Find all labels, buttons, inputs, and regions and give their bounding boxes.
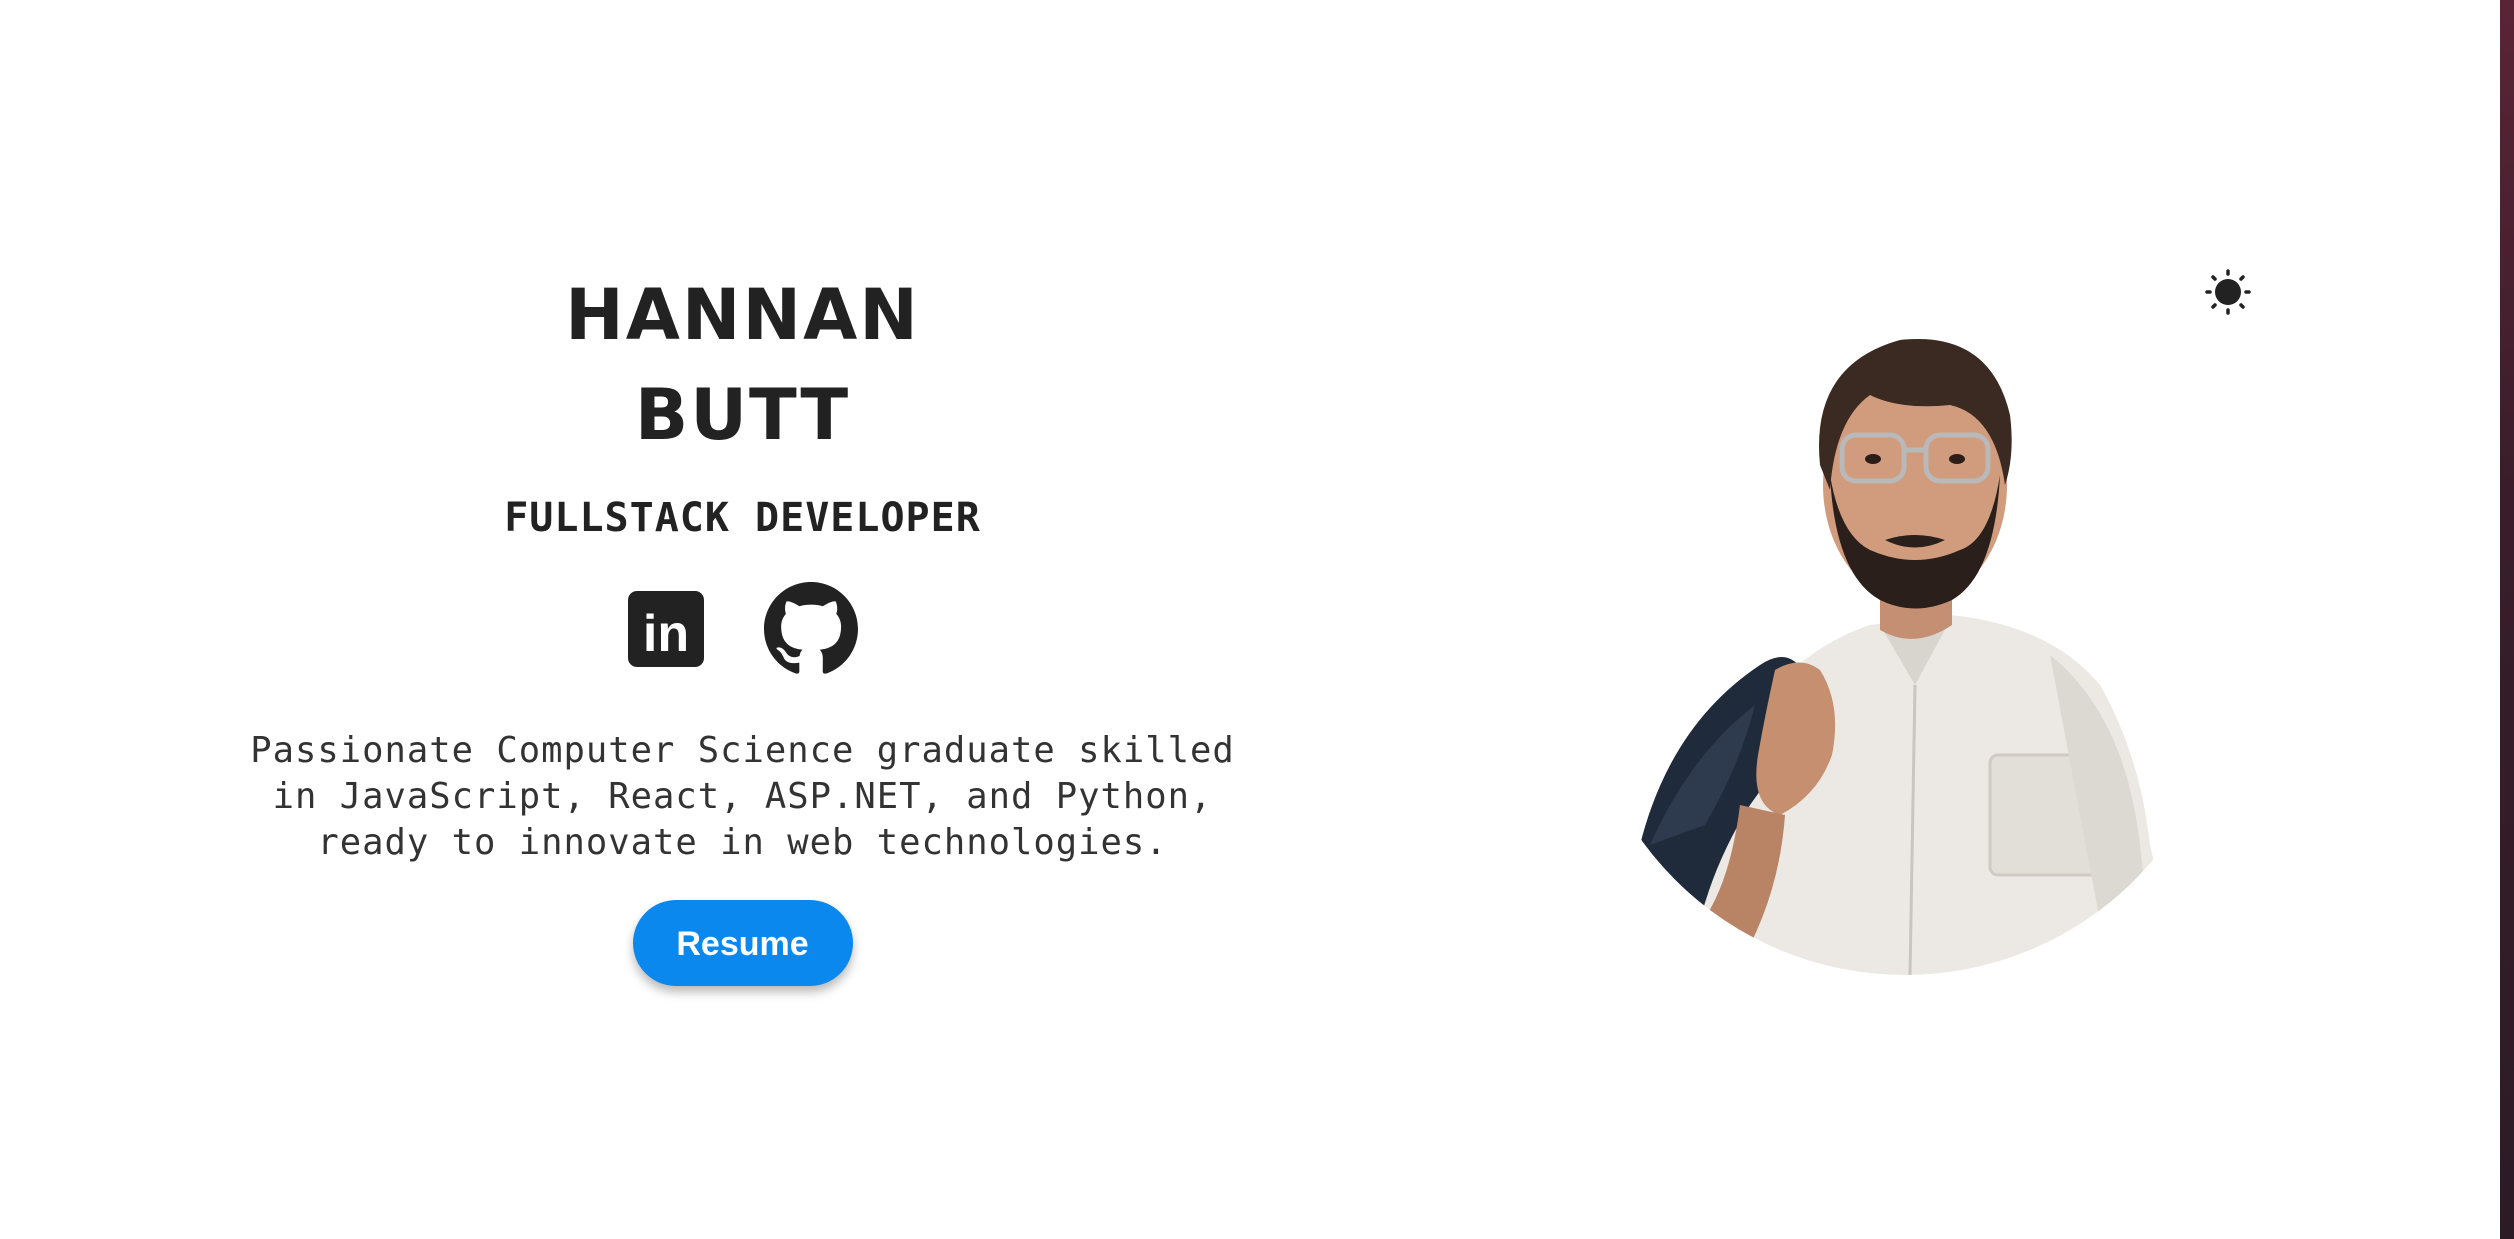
- hero-intro: HANNAN BUTT FULLSTACK DEVELOPER in Passi…: [140, 265, 1345, 986]
- social-links: in: [140, 581, 1345, 676]
- sun-icon: [2205, 269, 2251, 315]
- bio-text: Passionate Computer Science graduate ski…: [250, 730, 1235, 863]
- github-link[interactable]: [763, 581, 858, 676]
- name-last: BUTT: [634, 374, 851, 456]
- profile-photo: [1580, 325, 2230, 975]
- profile-photo-illustration: [1640, 338, 2180, 975]
- resume-button[interactable]: Resume: [632, 900, 853, 986]
- github-icon: [763, 581, 858, 674]
- linkedin-icon-label: in: [642, 605, 688, 663]
- linkedin-icon: in: [627, 590, 704, 667]
- window-edge: [2500, 0, 2514, 1239]
- portfolio-page: HANNAN BUTT FULLSTACK DEVELOPER in Passi…: [0, 0, 2500, 1239]
- job-title: FULLSTACK DEVELOPER: [504, 495, 981, 541]
- name-first: HANNAN: [565, 274, 920, 356]
- linkedin-link[interactable]: in: [627, 590, 704, 667]
- hero-name: HANNAN BUTT: [140, 265, 1345, 465]
- theme-toggle-button[interactable]: [2203, 267, 2253, 317]
